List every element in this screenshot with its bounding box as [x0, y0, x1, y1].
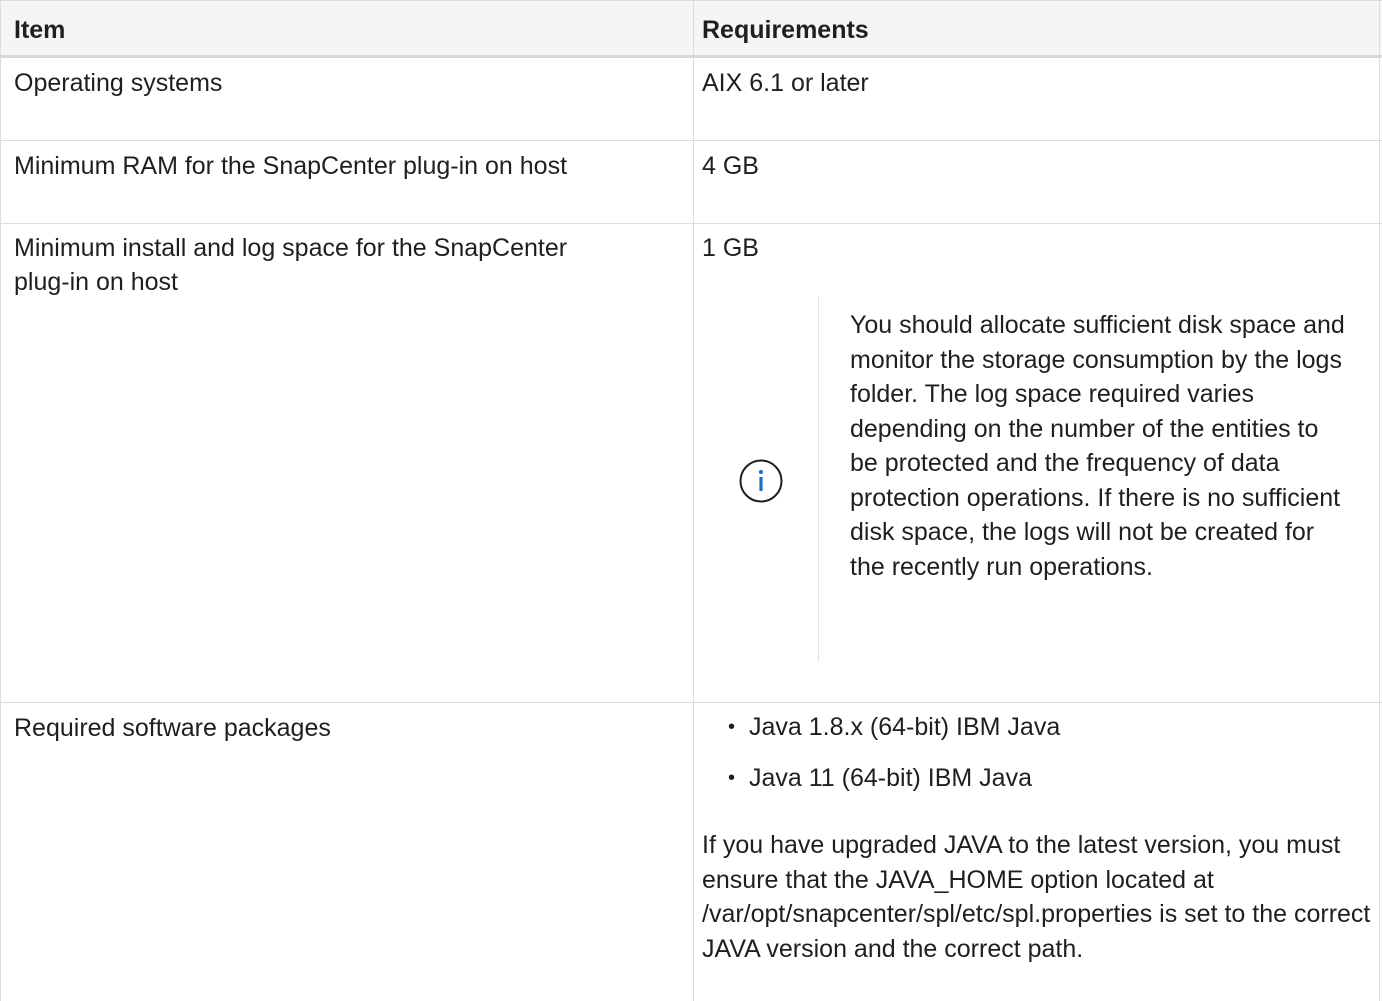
item-text-line1: Minimum install and log space for the Sn… — [14, 234, 568, 262]
item-cell: Minimum install and log space for the Sn… — [0, 224, 694, 702]
item-cell: Minimum RAM for the SnapCenter plug-in o… — [0, 141, 694, 223]
item-text-line2: plug-in on host — [14, 268, 179, 296]
item-text: Minimum RAM for the SnapCenter plug-in o… — [14, 152, 568, 180]
java-home-paragraph: If you have upgraded JAVA to the latest … — [702, 831, 1371, 963]
header-cell-requirements: Requirements — [694, 1, 1380, 55]
note-divider — [818, 296, 819, 662]
item-cell: Operating systems — [0, 58, 694, 140]
table-row: Operating systems AIX 6.1 or later — [0, 58, 1382, 141]
requirement-text: 1 GB — [702, 234, 759, 262]
requirement-text: 4 GB — [702, 152, 759, 180]
list-item: Java 1.8.x (64-bit) IBM Java — [749, 713, 1061, 741]
requirements-table: Item Requirements Operating systems AIX … — [0, 0, 1382, 1001]
bullet-dot: • — [728, 716, 736, 738]
bullet-dot: • — [728, 767, 736, 789]
note-text: You should allocate sufficient disk spac… — [850, 311, 1345, 581]
item-text: Operating systems — [14, 69, 223, 97]
requirement-cell: 4 GB — [694, 141, 1380, 223]
requirement-text: AIX 6.1 or later — [702, 69, 869, 97]
table-row: Minimum RAM for the SnapCenter plug-in o… — [0, 141, 1382, 224]
info-icon — [739, 459, 783, 503]
header-cell-item: Item — [0, 1, 694, 55]
header-item-label: Item — [14, 16, 66, 44]
item-text: Required software packages — [14, 714, 331, 742]
table-header-row: Item Requirements — [0, 0, 1382, 58]
item-cell: Required software packages — [0, 703, 694, 1001]
header-requirements-label: Requirements — [702, 16, 869, 44]
requirement-cell: AIX 6.1 or later — [694, 58, 1380, 140]
list-item: Java 11 (64-bit) IBM Java — [749, 764, 1032, 792]
